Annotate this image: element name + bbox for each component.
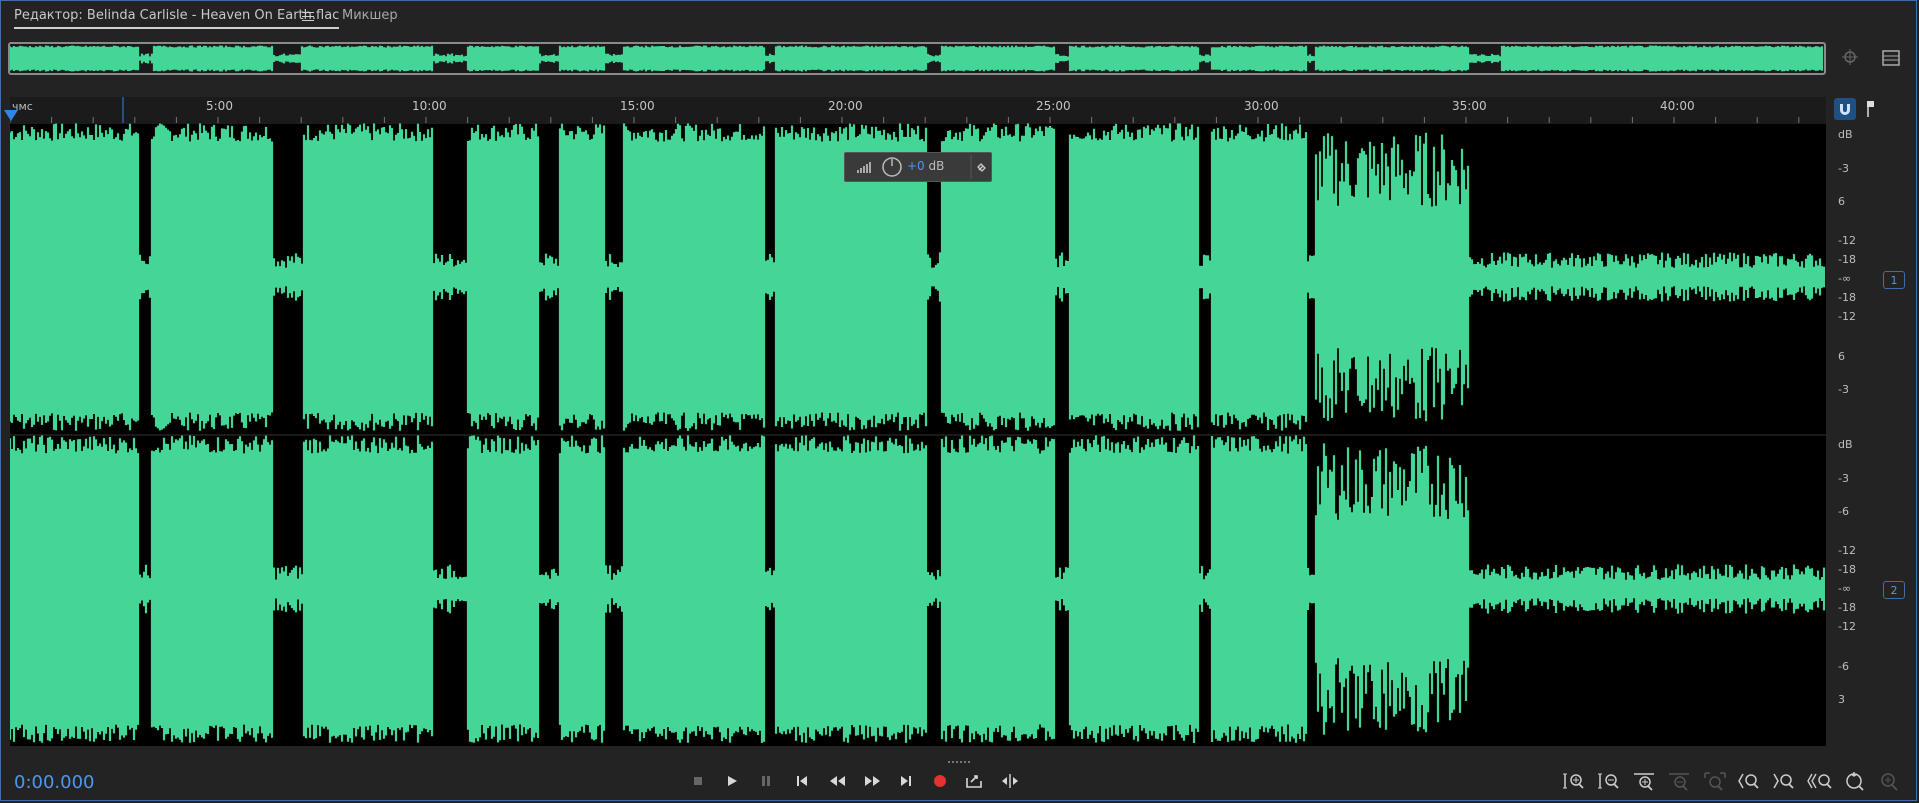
zoom-in-right-button[interactable] [1772, 770, 1798, 792]
snap-magnet-icon[interactable] [1834, 98, 1856, 120]
scale-label: dB [1838, 438, 1853, 451]
tab-editor[interactable]: Редактор: Belinda Carlisle - Heaven On E… [14, 8, 340, 29]
overview-waveform-path [10, 45, 1824, 72]
panel-tab-bar: Редактор: Belinda Carlisle - Heaven On E… [0, 0, 1919, 36]
marker-icon[interactable] [1862, 98, 1880, 120]
zoom-out-full-icon [1704, 772, 1726, 791]
scale-label: 6 [1838, 195, 1845, 208]
zoom-in-left-button[interactable] [1737, 770, 1763, 792]
rewind-button[interactable] [826, 770, 850, 792]
fast-forward-button[interactable] [860, 770, 884, 792]
zoom-in-left-icon [1738, 773, 1759, 789]
skip-to-end-icon [901, 776, 911, 786]
zoom-out-full-button[interactable] [1702, 770, 1728, 792]
zoom-out-amplitude-icon [1598, 773, 1619, 789]
scale-label: 3 [1838, 693, 1845, 706]
amplitude-scale: dB -3 6 -12 -18 -∞ -18 -12 6 -3 dB -3 -6… [1828, 123, 1878, 746]
ruler-tick-label: 25:00 [1036, 99, 1071, 113]
zoom-reset-icon [1846, 772, 1864, 791]
skip-to-end-button[interactable] [894, 770, 918, 792]
ruler-tick-label: 15:00 [620, 99, 655, 113]
fast-forward-icon [865, 776, 880, 786]
play-button[interactable] [720, 770, 744, 792]
skip-to-start-button[interactable] [790, 770, 814, 792]
channel-waveform [10, 435, 1826, 743]
ruler-tick-label: 5:00 [206, 99, 233, 113]
scale-label: -6 [1838, 660, 1849, 673]
zoom-out-time-icon [1669, 773, 1689, 791]
play-icon [728, 776, 737, 786]
playhead-marker[interactable] [4, 110, 18, 121]
scroll-grip[interactable] [948, 750, 974, 763]
scale-label: -12 [1838, 544, 1856, 557]
skip-to-start-icon [797, 776, 807, 786]
scale-label: dB [1838, 128, 1853, 141]
pause-button[interactable] [754, 770, 778, 792]
zoom-navigator-icon[interactable] [1840, 47, 1862, 69]
scale-label: -18 [1838, 563, 1856, 576]
ruler-tick-label: 20:00 [828, 99, 863, 113]
channel-1-badge[interactable]: 1 [1883, 271, 1905, 289]
zoom-tool-button[interactable] [1877, 770, 1903, 792]
pin-icon[interactable] [975, 159, 989, 173]
skip-selection-icon [1002, 774, 1018, 788]
gain-value: +0 dB [907, 159, 944, 173]
waveform-editor[interactable] [10, 123, 1826, 746]
loop-output-icon [966, 775, 982, 788]
scale-label: -18 [1838, 291, 1856, 304]
skip-selection-button[interactable] [998, 770, 1022, 792]
scale-label: -∞ [1838, 582, 1852, 595]
gain-number: +0 [907, 159, 925, 173]
zoom-in-time-icon [1634, 773, 1654, 791]
loop-output-button[interactable] [962, 770, 986, 792]
stop-icon [694, 777, 702, 785]
spectral-view-icon[interactable] [1880, 47, 1902, 69]
zoom-selection-button[interactable] [1807, 770, 1833, 792]
zoom-reset-button[interactable] [1842, 770, 1868, 792]
zoom-in-amplitude-icon [1563, 773, 1584, 789]
overview-waveform-graphic [10, 45, 1824, 72]
ruler-tick-label: 10:00 [412, 99, 447, 113]
zoom-out-amplitude-button[interactable] [1597, 770, 1623, 792]
record-icon [934, 775, 946, 787]
pause-icon [762, 776, 770, 786]
gain-unit: dB [928, 159, 945, 173]
ruler-tick-label: 40:00 [1660, 99, 1695, 113]
scale-label: -18 [1838, 253, 1856, 266]
zoom-tool-icon [1881, 773, 1898, 791]
ruler-tick-label: 30:00 [1244, 99, 1279, 113]
waveform-graphic [10, 123, 1826, 743]
ruler-ticks [10, 97, 1800, 123]
scale-label: -18 [1838, 601, 1856, 614]
scale-label: -6 [1838, 505, 1849, 518]
scale-label: -12 [1838, 620, 1856, 633]
scale-label: -12 [1838, 234, 1856, 247]
stop-button[interactable] [686, 770, 710, 792]
ruler-tick-label: 35:00 [1452, 99, 1487, 113]
gain-hud[interactable]: +0 dB [844, 152, 992, 182]
scale-label: -3 [1838, 383, 1849, 396]
scale-label: -∞ [1838, 272, 1852, 285]
channel-2-badge[interactable]: 2 [1883, 581, 1905, 599]
current-time-display[interactable]: 0:00.000 [14, 772, 95, 793]
record-button[interactable] [928, 770, 952, 792]
scale-label: -3 [1838, 162, 1849, 175]
scale-label: 6 [1838, 350, 1845, 363]
zoom-in-right-icon [1773, 773, 1794, 789]
panel-menu-icon[interactable] [302, 12, 314, 22]
zoom-selection-icon [1807, 773, 1832, 789]
zoom-out-time-button[interactable] [1667, 770, 1693, 792]
zoom-in-amplitude-button[interactable] [1562, 770, 1588, 792]
rewind-icon [830, 776, 845, 786]
tab-mixer[interactable]: Микшер [342, 8, 398, 23]
zoom-in-time-button[interactable] [1632, 770, 1658, 792]
scale-label: -3 [1838, 472, 1849, 485]
time-ruler[interactable]: чмс 5:00 10:00 15:00 20:00 25:00 30:00 3… [10, 97, 1826, 123]
overview-waveform[interactable] [8, 42, 1826, 75]
scale-label: -12 [1838, 310, 1856, 323]
